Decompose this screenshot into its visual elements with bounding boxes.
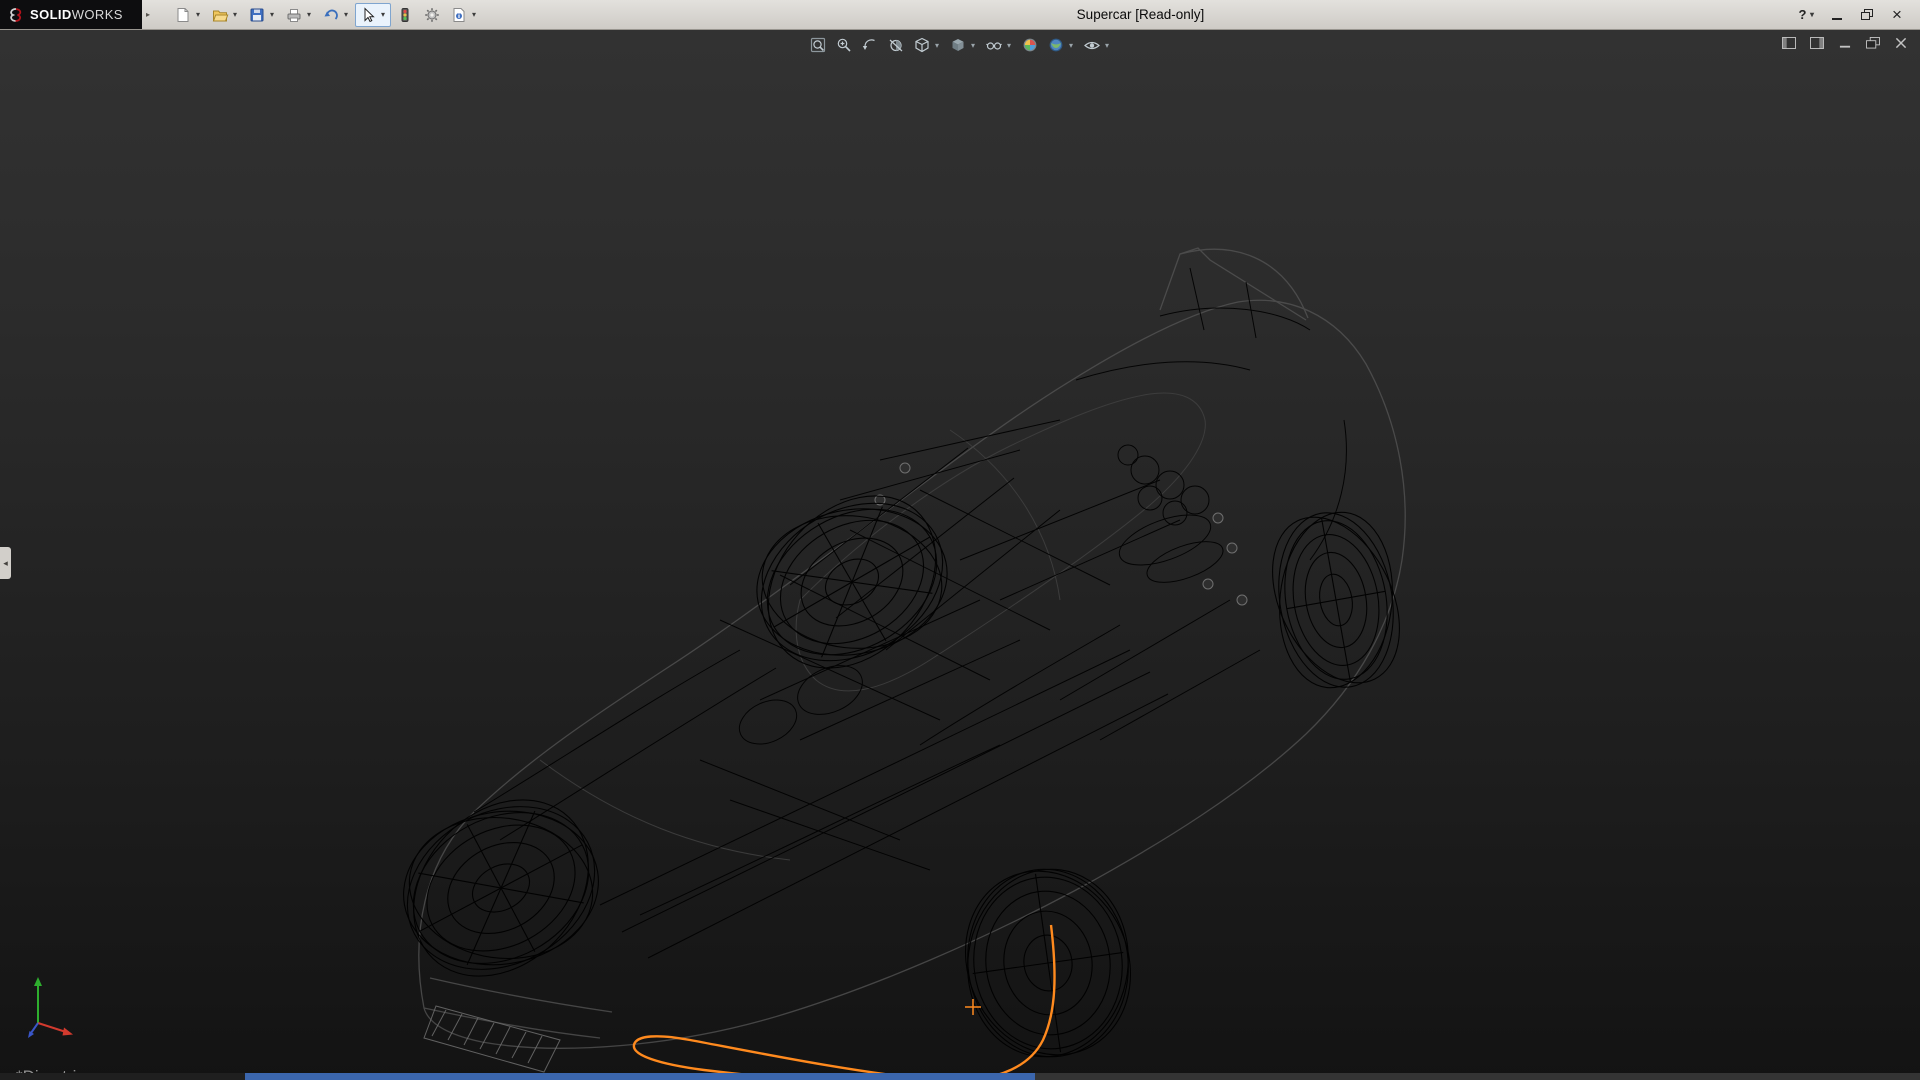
print-button[interactable]: ▾ [281,3,317,27]
hide-show-glasses-icon [985,36,1003,54]
edit-appearance-ball-icon [1021,36,1039,54]
toolbar-overflow-icon[interactable]: ▸ [142,0,154,29]
dropdown-caret-icon[interactable]: ▾ [305,10,313,19]
save-icon [248,6,266,24]
wheel-front-right [931,837,1166,1080]
open-folder-icon [211,6,229,24]
hide-show-items-button[interactable]: ▾ [982,33,1016,57]
zoom-to-area-icon [835,36,853,54]
x-axis-arrow [63,1028,74,1036]
solidworks-logo: SOLIDWORKS [0,0,142,29]
feature-panel-collapse-tab[interactable]: ◂ [0,547,11,579]
zoom-to-fit-icon [809,36,827,54]
dropdown-caret-icon[interactable]: ▾ [194,10,202,19]
view-orientation-cube-icon [913,36,931,54]
new-document-button[interactable]: ▾ [170,3,206,27]
document-restore-button[interactable] [1863,35,1882,51]
edit-appearance-button[interactable] [1018,33,1042,57]
window-controls: ? ▾ × [1792,0,1920,29]
restore-icon [1861,9,1873,20]
wheel-front-left [346,735,656,1040]
help-button[interactable]: ? ▾ [1792,0,1822,30]
view-orientation-button[interactable]: ▾ [910,33,944,57]
zoom-to-fit-button[interactable] [806,33,830,57]
dropdown-caret-icon[interactable]: ▾ [1808,10,1815,19]
document-close-icon [1894,37,1908,49]
display-style-button[interactable]: ▾ [946,33,980,57]
minimize-icon [1832,18,1842,20]
reference-triad [24,971,84,1046]
print-icon [285,6,303,24]
heads-up-view-toolbar: ▾ ▾ ▾ [806,33,1114,57]
document-close-button[interactable] [1891,35,1910,51]
select-cursor-icon [359,6,377,24]
rebuild-traffic-light-icon [396,6,414,24]
rebuild-button[interactable] [392,3,418,27]
car-wireframe [0,30,1920,1080]
undo-button[interactable]: ▾ [318,3,354,27]
dropdown-caret-icon[interactable]: ▾ [1005,41,1013,50]
options-button[interactable] [419,3,445,27]
dropdown-caret-icon[interactable]: ▾ [231,10,239,19]
titlebar: SOLIDWORKS ▸ ▾ ▾ [0,0,1920,30]
previous-view-icon [861,36,879,54]
front-grille-hatch [424,1006,560,1072]
file-properties-icon [450,6,468,24]
y-axis-arrow [34,977,42,986]
dropdown-caret-icon[interactable]: ▾ [470,10,478,19]
save-button[interactable]: ▾ [244,3,280,27]
panel-collapse-icon: ◂ [3,558,8,569]
wheel-rear-right [1242,488,1431,712]
new-document-icon [174,6,192,24]
z-axis-arrow [28,1031,34,1038]
bottom-edge-accent [245,1073,1035,1080]
minimize-button[interactable] [1822,0,1852,30]
close-icon: × [1892,5,1902,25]
pane-left-icon [1782,37,1796,49]
brand-wordmark: SOLIDWORKS [30,7,123,22]
main-toolbar: ▾ ▾ ▾ [170,0,482,29]
document-restore-icon [1866,37,1880,49]
options-gear-icon [423,6,441,24]
file-properties-button[interactable]: ▾ [446,3,482,27]
solidworks-window: SOLIDWORKS ▸ ▾ ▾ [0,0,1920,1080]
dock-pane-right-button[interactable] [1807,35,1826,51]
dropdown-caret-icon[interactable]: ▾ [342,10,350,19]
bottom-edge-strip [0,1073,1920,1080]
dropdown-caret-icon[interactable]: ▾ [1067,41,1075,50]
previous-view-button[interactable] [858,33,882,57]
document-minimize-button[interactable] [1835,35,1854,51]
highlight-spline [634,925,1055,1080]
dropdown-caret-icon[interactable]: ▾ [379,10,387,19]
bottom-edge-rest [1035,1073,1920,1080]
dropdown-caret-icon[interactable]: ▾ [969,41,977,50]
open-button[interactable]: ▾ [207,3,243,27]
view-settings-eye-icon [1083,36,1101,54]
dropdown-caret-icon[interactable]: ▾ [268,10,276,19]
close-button[interactable]: × [1882,0,1912,30]
dock-pane-left-button[interactable] [1779,35,1798,51]
document-title: Supercar [Read-only] [1077,0,1205,30]
dropdown-caret-icon[interactable]: ▾ [1103,41,1111,50]
dropdown-caret-icon[interactable]: ▾ [933,41,941,50]
document-window-controls [1779,35,1910,51]
view-settings-button[interactable]: ▾ [1080,33,1114,57]
section-view-button[interactable] [884,33,908,57]
help-icon: ? [1799,7,1807,22]
graphics-viewport[interactable]: ▾ ▾ ▾ [0,30,1920,1080]
apply-scene-button[interactable]: ▾ [1044,33,1078,57]
apply-scene-globe-icon [1047,36,1065,54]
section-view-icon [887,36,905,54]
pane-right-icon [1810,37,1824,49]
document-minimize-icon [1838,37,1852,49]
restore-button[interactable] [1852,0,1882,30]
display-style-icon [949,36,967,54]
zoom-to-area-button[interactable] [832,33,856,57]
select-button[interactable]: ▾ [355,3,391,27]
dassault-3ds-icon [7,7,25,23]
undo-icon [322,6,340,24]
